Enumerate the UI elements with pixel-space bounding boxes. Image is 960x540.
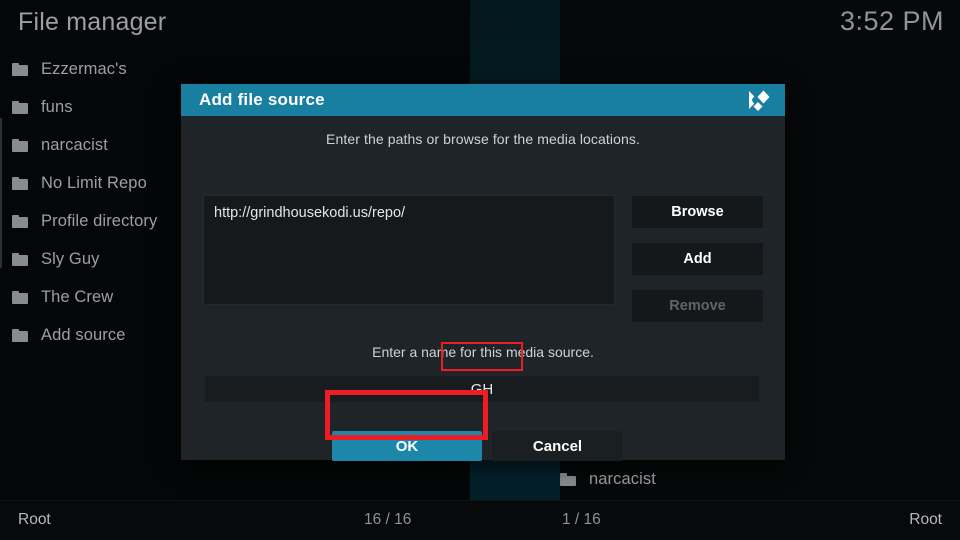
folder-icon: [12, 138, 28, 152]
clock: 3:52 PM: [839, 6, 944, 36]
status-left-count: 16 / 16: [364, 511, 412, 528]
list-item-label: Ezzermac's: [41, 59, 127, 78]
dialog-title-bar: Add file source: [181, 84, 785, 116]
status-left-path: Root: [18, 511, 51, 528]
folder-icon: [12, 290, 28, 304]
folder-icon: [12, 100, 28, 114]
status-right-path: Root: [909, 511, 942, 528]
list-item-label: The Crew: [41, 287, 114, 306]
page-title: File manager: [18, 8, 167, 36]
path-list-item[interactable]: http://grindhousekodi.us/repo/: [214, 205, 405, 221]
folder-icon: [12, 214, 28, 228]
list-item-label: Profile directory: [41, 211, 158, 230]
browse-button[interactable]: Browse: [632, 196, 763, 228]
kodi-file-manager-screen: File manager 3:52 PM Ezzermac's funs nar…: [0, 0, 960, 540]
folder-icon: [12, 176, 28, 190]
kodi-logo-icon: [745, 88, 771, 112]
status-bar: Root 16 / 16 1 / 16 Root: [0, 500, 960, 540]
cancel-button[interactable]: Cancel: [492, 431, 623, 461]
list-item-label: Add source: [41, 325, 126, 344]
list-item-label: Sly Guy: [41, 249, 100, 268]
list-item[interactable]: Ezzermac's: [0, 50, 470, 88]
folder-icon: [560, 473, 576, 486]
status-right-count: 1 / 16: [562, 511, 601, 528]
add-button[interactable]: Add: [632, 243, 763, 275]
source-name-input[interactable]: GH: [205, 376, 759, 402]
folder-icon: [12, 62, 28, 76]
right-list-item[interactable]: narcacist: [560, 470, 656, 489]
folder-icon: [12, 252, 28, 266]
remove-button: Remove: [632, 290, 763, 322]
add-file-source-dialog: Add file source Enter the paths or brows…: [181, 84, 785, 461]
right-list-item-label: narcacist: [589, 470, 656, 488]
list-item-label: No Limit Repo: [41, 173, 147, 192]
list-item-label: narcacist: [41, 135, 108, 154]
folder-icon: [12, 328, 28, 342]
dialog-title: Add file source: [199, 90, 325, 109]
path-list-box[interactable]: http://grindhousekodi.us/repo/: [203, 195, 615, 305]
ok-button[interactable]: OK: [332, 431, 482, 461]
dialog-body: Enter the paths or browse for the media …: [181, 116, 785, 461]
dialog-hint: Enter the paths or browse for the media …: [326, 131, 640, 147]
list-item-label: funs: [41, 97, 73, 116]
name-hint: Enter a name for this media source.: [372, 344, 594, 360]
